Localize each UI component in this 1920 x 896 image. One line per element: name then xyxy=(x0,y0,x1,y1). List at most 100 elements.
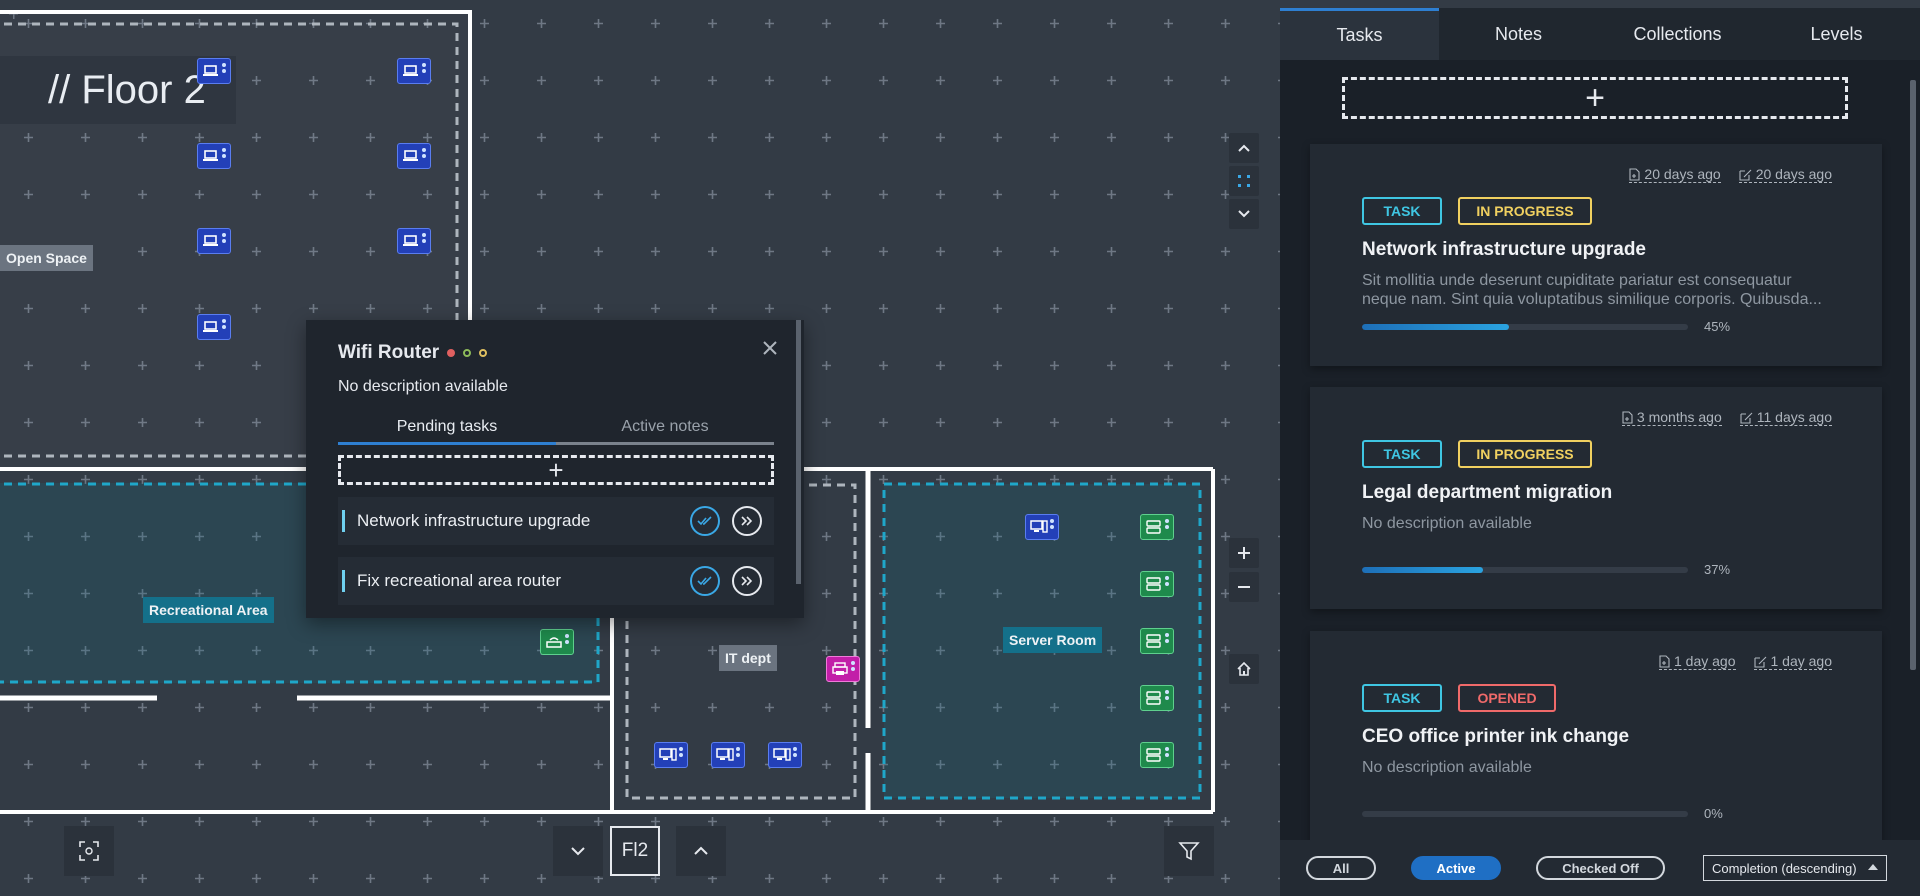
edit-icon xyxy=(1739,169,1752,181)
status-badge: OPENED xyxy=(1458,684,1556,712)
edit-icon xyxy=(1753,656,1766,668)
server-device-icon[interactable] xyxy=(1140,628,1174,654)
floor-down-button[interactable] xyxy=(553,826,603,876)
fit-screen-icon xyxy=(79,841,99,861)
tab-levels[interactable]: Levels xyxy=(1757,8,1916,60)
type-badge: TASK xyxy=(1362,440,1442,468)
created-date: 1 day ago xyxy=(1659,653,1736,670)
zoom-out-button[interactable] xyxy=(1229,572,1259,602)
file-plus-icon xyxy=(1659,654,1670,668)
wifi-router-device-icon[interactable] xyxy=(540,629,574,655)
filter-button[interactable] xyxy=(1164,826,1214,876)
chevron-down-icon xyxy=(571,847,585,856)
desktop-device-icon[interactable] xyxy=(1025,514,1059,540)
sort-select-value: Completion (descending) xyxy=(1712,860,1857,876)
laptop-device-icon[interactable] xyxy=(397,228,431,254)
floor-title-text: // Floor 2 xyxy=(48,67,206,112)
tab-pending-tasks[interactable]: Pending tasks xyxy=(338,418,556,445)
tab-tasks[interactable]: Tasks xyxy=(1280,8,1439,60)
progress-label: 37% xyxy=(1704,562,1731,577)
type-badge: TASK xyxy=(1362,197,1442,225)
tab-notes[interactable]: Notes xyxy=(1439,8,1598,60)
chevron-up-icon xyxy=(694,846,708,855)
close-popup-button[interactable] xyxy=(762,340,778,361)
pan-up-button[interactable] xyxy=(1229,133,1259,163)
progress-label: 45% xyxy=(1704,319,1731,334)
status-dot-red xyxy=(447,349,456,357)
focus-dots-icon xyxy=(1238,175,1250,187)
card-title: CEO office printer ink change xyxy=(1362,726,1630,747)
floor-up-button[interactable] xyxy=(676,826,726,876)
tab-collections[interactable]: Collections xyxy=(1598,8,1757,60)
file-plus-icon xyxy=(1629,167,1640,181)
center-view-button[interactable] xyxy=(1229,166,1259,196)
server-device-icon[interactable] xyxy=(1140,742,1174,768)
tab-active-notes[interactable]: Active notes xyxy=(556,418,774,445)
item-accent-bar xyxy=(342,570,345,592)
task-label: Network infrastructure upgrade xyxy=(357,511,591,530)
area-label-it-dept[interactable]: IT dept xyxy=(719,645,777,671)
card-description: Sit mollitia unde deserunt cupiditate pa… xyxy=(1362,272,1822,308)
chevron-up-icon xyxy=(1238,144,1250,152)
list-item[interactable]: Network infrastructure upgrade xyxy=(338,497,774,545)
popup-tabs: Pending tasks Active notes xyxy=(338,418,774,445)
printer-device-icon[interactable] xyxy=(826,656,860,682)
filter-checked-off-button[interactable]: Checked Off xyxy=(1536,856,1665,880)
side-panel: Tasks Notes Collections Levels + 20 days… xyxy=(1280,8,1920,896)
laptop-device-icon[interactable] xyxy=(197,314,231,340)
panel-scrollbar[interactable] xyxy=(1910,80,1916,670)
filter-all-button[interactable]: All xyxy=(1306,856,1376,880)
fit-to-screen-button[interactable] xyxy=(64,826,114,876)
list-item[interactable]: Fix recreational area router xyxy=(338,557,774,605)
check-off-button[interactable] xyxy=(690,506,720,536)
task-card[interactable]: 1 day ago 1 day ago TASK OPENED CEO offi… xyxy=(1310,631,1882,853)
sort-select[interactable]: Completion (descending) xyxy=(1703,855,1887,881)
card-meta: 20 days ago 20 days ago xyxy=(1362,166,1832,183)
laptop-device-icon[interactable] xyxy=(197,58,231,84)
edited-date: 11 days ago xyxy=(1739,409,1832,426)
open-task-button[interactable] xyxy=(732,566,762,596)
area-label-recreational[interactable]: Recreational Area xyxy=(143,597,274,623)
home-view-button[interactable] xyxy=(1229,654,1259,684)
card-title: Legal department migration xyxy=(1362,482,1613,503)
progress-bar xyxy=(1362,810,1688,817)
laptop-device-icon[interactable] xyxy=(397,143,431,169)
add-task-button[interactable]: + xyxy=(338,455,774,485)
edited-date: 1 day ago xyxy=(1753,653,1832,670)
desktop-device-icon[interactable] xyxy=(711,742,745,768)
minus-icon xyxy=(1238,586,1250,588)
filter-funnel-icon xyxy=(1178,842,1200,861)
type-badge: TASK xyxy=(1362,684,1442,712)
card-description: No description available xyxy=(1362,515,1532,532)
laptop-device-icon[interactable] xyxy=(197,228,231,254)
file-plus-icon xyxy=(1622,410,1633,424)
add-task-button[interactable]: + xyxy=(1342,77,1848,119)
panel-tabs: Tasks Notes Collections Levels xyxy=(1280,8,1920,60)
caret-up-icon xyxy=(1868,864,1878,870)
status-badge: IN PROGRESS xyxy=(1458,440,1592,468)
server-device-icon[interactable] xyxy=(1140,685,1174,711)
server-device-icon[interactable] xyxy=(1140,514,1174,540)
laptop-device-icon[interactable] xyxy=(197,143,231,169)
desktop-device-icon[interactable] xyxy=(654,742,688,768)
floor-selector[interactable]: Fl2 xyxy=(610,826,660,876)
device-description: No description available xyxy=(338,378,508,395)
task-card[interactable]: 3 months ago 11 days ago TASK IN PROGRES… xyxy=(1310,387,1882,609)
popup-scrollbar[interactable] xyxy=(796,320,801,584)
progress-fill xyxy=(1362,323,1509,330)
double-check-icon xyxy=(697,576,712,586)
check-off-button[interactable] xyxy=(690,566,720,596)
progress-bar xyxy=(1362,566,1688,573)
server-device-icon[interactable] xyxy=(1140,571,1174,597)
item-accent-bar xyxy=(342,510,345,532)
area-label-server-room[interactable]: Server Room xyxy=(1003,627,1103,653)
filter-active-button[interactable]: Active xyxy=(1411,856,1501,880)
task-card[interactable]: 20 days ago 20 days ago TASK IN PROGRESS… xyxy=(1310,144,1882,366)
panel-footer: All Active Checked Off Completion (desce… xyxy=(1280,840,1920,896)
pan-down-button[interactable] xyxy=(1229,199,1259,229)
area-label-open-space[interactable]: Open Space xyxy=(0,245,93,271)
laptop-device-icon[interactable] xyxy=(397,58,431,84)
open-task-button[interactable] xyxy=(732,506,762,536)
zoom-in-button[interactable] xyxy=(1229,538,1259,568)
desktop-device-icon[interactable] xyxy=(768,742,802,768)
